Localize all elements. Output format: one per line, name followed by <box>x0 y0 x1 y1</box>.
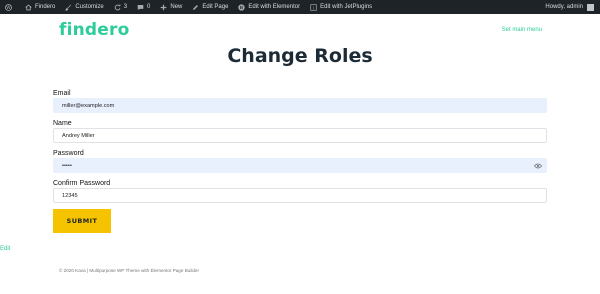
elementor-icon <box>238 3 246 11</box>
name-field[interactable]: Andrey Miller <box>53 128 547 143</box>
wordpress-icon: W <box>5 3 12 11</box>
jetplugins-icon: J <box>310 3 317 11</box>
edit-jetplugins-menu[interactable]: J Edit with JetPlugins <box>305 0 377 14</box>
updates-icon <box>114 3 121 10</box>
svg-text:J: J <box>312 6 314 10</box>
email-value: miller@example.com <box>62 102 115 109</box>
comments-count: 0 <box>147 4 151 10</box>
edit-page-label: Edit Page <box>202 4 229 10</box>
paintbrush-icon <box>65 3 72 11</box>
site-logo[interactable]: findero <box>59 20 130 40</box>
new-label: New <box>170 4 183 10</box>
email-field[interactable]: miller@example.com <box>53 98 547 113</box>
submit-button[interactable]: SUBMIT <box>53 209 111 233</box>
edit-elementor-menu[interactable]: Edit with Elementor <box>233 0 305 14</box>
edit-jetplugins-label: Edit with JetPlugins <box>320 4 373 10</box>
set-main-menu-link[interactable]: Set main menu <box>502 27 542 33</box>
edit-link[interactable]: Edit <box>0 246 10 252</box>
confirm-password-value: 12345 <box>62 192 78 199</box>
customize-label: Customize <box>75 4 104 10</box>
admin-bar: W Findero Customize 3 0 New Edit Page Ed… <box>0 0 600 14</box>
site-name-menu[interactable]: Findero <box>20 0 60 14</box>
new-content-menu[interactable]: New <box>155 0 187 14</box>
footer-copyright: © 2020 Kava | Multipurpose WP Theme with… <box>59 268 199 273</box>
comment-icon <box>137 4 144 10</box>
confirm-password-field[interactable]: 12345 <box>53 188 547 203</box>
confirm-password-label: Confirm Password <box>53 180 111 187</box>
svg-text:W: W <box>6 4 10 9</box>
home-icon <box>25 3 32 10</box>
pencil-icon <box>193 4 199 10</box>
name-label: Name <box>53 120 72 127</box>
plus-icon <box>161 4 167 10</box>
updates-menu[interactable]: 3 <box>109 0 132 14</box>
password-value: ••••• <box>62 162 72 169</box>
edit-page-menu[interactable]: Edit Page <box>187 0 233 14</box>
edit-elementor-label: Edit with Elementor <box>248 4 301 10</box>
customize-menu[interactable]: Customize <box>60 0 108 14</box>
wp-logo-menu[interactable]: W <box>0 0 20 14</box>
howdy-text: Howdy, admin <box>545 4 583 10</box>
page-title: Change Roles <box>227 45 373 67</box>
site-name: Findero <box>35 4 56 10</box>
my-account-menu[interactable]: Howdy, admin <box>545 3 600 11</box>
eye-icon[interactable] <box>534 163 542 169</box>
password-field[interactable]: ••••• <box>53 158 547 173</box>
avatar <box>587 3 594 11</box>
name-value: Andrey Miller <box>62 132 95 139</box>
email-label: Email <box>53 90 71 97</box>
updates-count: 3 <box>123 4 128 10</box>
password-label: Password <box>53 150 84 157</box>
comments-menu[interactable]: 0 <box>132 0 155 14</box>
